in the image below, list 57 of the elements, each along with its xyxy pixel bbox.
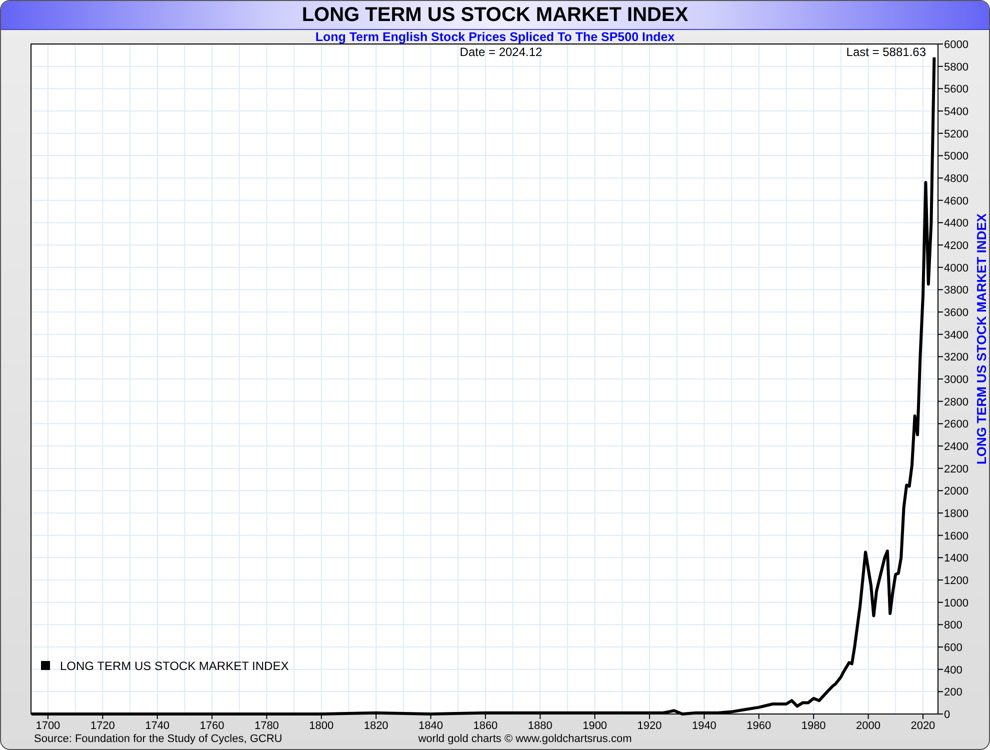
x-axis-label: 2020	[910, 720, 936, 732]
x-axis-label: 1720	[90, 720, 115, 732]
y-axis-label: 2400	[944, 441, 968, 453]
y-axis-label: 2600	[944, 418, 968, 431]
y-axis-label: 4000	[944, 262, 968, 274]
x-axis-label: 1700	[36, 720, 60, 732]
source-note: Source: Foundation for the Study of Cycles, GCRU	[34, 733, 282, 745]
x-axis-label: 1860	[473, 720, 498, 732]
legend-label: LONG TERM US STOCK MARKET INDEX	[60, 659, 289, 673]
x-axis-label: 1840	[418, 720, 443, 732]
y-axis-label: 5000	[944, 150, 968, 163]
y-axis-label: 1200	[944, 575, 968, 587]
y-axis-label: 5200	[944, 128, 968, 140]
x-axis-label: 1960	[746, 720, 772, 732]
x-axis-label: 1920	[637, 720, 662, 732]
credit-note: world gold charts © www.goldchartsrus.com	[418, 733, 632, 745]
y-axis-label: 2800	[944, 396, 968, 408]
y-axis-label: 3600	[944, 307, 968, 319]
y-axis-label: 4200	[944, 240, 968, 252]
last-value-label: Last = 5881.63	[846, 45, 926, 59]
x-axis-label: 1820	[364, 720, 388, 732]
x-axis-label: 1900	[582, 720, 608, 732]
y-axis-label: 4800	[944, 173, 968, 185]
y-axis-label: 5600	[944, 84, 968, 96]
x-axis-label: 2000	[856, 720, 881, 732]
y-axis-label: 4400	[944, 218, 968, 230]
y-axis-label: 3800	[944, 284, 968, 297]
y-axis-label: 1000	[944, 597, 968, 610]
y-axis-label: 0	[944, 709, 950, 721]
chart-title: LONG TERM US STOCK MARKET INDEX	[302, 4, 688, 26]
x-axis-label: 1980	[801, 720, 826, 732]
y-axis-label: 400	[944, 664, 962, 676]
chart-subtitle: Long Term English Stock Prices Spliced To The SP500 Index	[315, 30, 675, 44]
y-axis-label: 800	[944, 620, 962, 632]
y-axis-label: 3000	[944, 374, 968, 386]
y-axis-label: 2200	[944, 463, 968, 476]
y-axis-label: 600	[944, 642, 962, 654]
y-axis-label: 1400	[944, 552, 968, 565]
y-axis-label: 4600	[944, 195, 968, 208]
y-axis-label: 6000	[944, 39, 968, 51]
y-axis-label: 2000	[944, 486, 968, 498]
y-axis-label: 3200	[944, 352, 968, 364]
x-axis-label: 1760	[200, 720, 224, 732]
y-axis-label: 3400	[944, 329, 968, 342]
y-axis-label: 1600	[944, 530, 968, 542]
y-axis-label: 1800	[944, 508, 968, 520]
y-axis-label: 5400	[944, 106, 968, 118]
x-axis-label: 1880	[528, 720, 552, 732]
x-axis-label: 1940	[692, 720, 716, 732]
x-axis-label: 1780	[254, 720, 279, 732]
x-axis-label: 1740	[145, 720, 170, 732]
legend-swatch	[41, 661, 50, 670]
y-axis-label: 200	[944, 686, 962, 699]
y-axis-label: 5800	[944, 61, 968, 74]
x-axis-label: 1800	[309, 720, 334, 732]
date-label: Date = 2024.12	[460, 45, 542, 59]
y-axis-title: LONG TERM US STOCK MARKET INDEX	[974, 213, 989, 465]
